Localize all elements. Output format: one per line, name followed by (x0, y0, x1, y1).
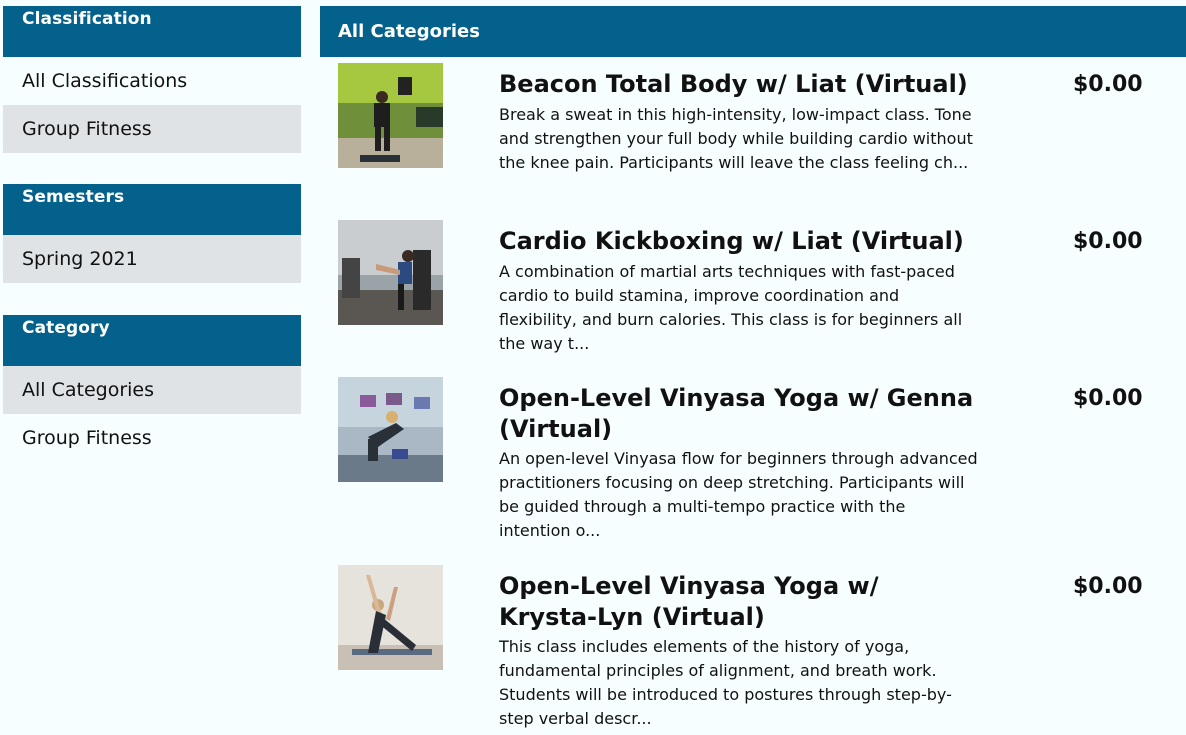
course-list: All Categories Beacon Total Body w/ Liat… (320, 6, 1186, 728)
filter-all-categories[interactable]: All Categories (3, 366, 301, 414)
category-header: Category (3, 315, 301, 366)
course-description: An open-level Vinyasa flow for beginners… (499, 449, 978, 540)
semesters-header: Semesters (3, 184, 301, 235)
course-description: A combination of martial arts techniques… (499, 262, 963, 353)
course-description: Break a sweat in this high-intensity, lo… (499, 105, 973, 172)
course-price: $0.00 (1073, 72, 1143, 97)
course-thumbnail[interactable] (338, 220, 443, 325)
course-thumbnail[interactable] (338, 377, 443, 482)
classification-header: Classification (3, 6, 301, 57)
course-description: This class includes elements of the hist… (499, 637, 952, 728)
filter-sidebar: Classification All Classifications Group… (3, 6, 301, 462)
course-title[interactable]: Cardio Kickboxing w/ Liat (Virtual) (499, 226, 979, 257)
course-price: $0.00 (1073, 229, 1143, 254)
filter-semester-spring-2021[interactable]: Spring 2021 (3, 235, 301, 283)
course-price: $0.00 (1073, 386, 1143, 411)
course-thumbnail[interactable] (338, 565, 443, 670)
course-thumbnail[interactable] (338, 63, 443, 168)
course-list-header: All Categories (320, 6, 1186, 57)
course-title[interactable]: Open-Level Vinyasa Yoga w/ Krysta-Lyn (V… (499, 571, 979, 633)
filter-category-group-fitness[interactable]: Group Fitness (3, 414, 301, 462)
filter-classification-group-fitness[interactable]: Group Fitness (3, 105, 301, 153)
filter-all-classifications[interactable]: All Classifications (3, 57, 301, 105)
page: Classification All Classifications Group… (0, 0, 1186, 735)
course-title[interactable]: Beacon Total Body w/ Liat (Virtual) (499, 69, 979, 100)
course-price: $0.00 (1073, 574, 1143, 599)
course-title[interactable]: Open-Level Vinyasa Yoga w/ Genna (Virtua… (499, 383, 979, 445)
